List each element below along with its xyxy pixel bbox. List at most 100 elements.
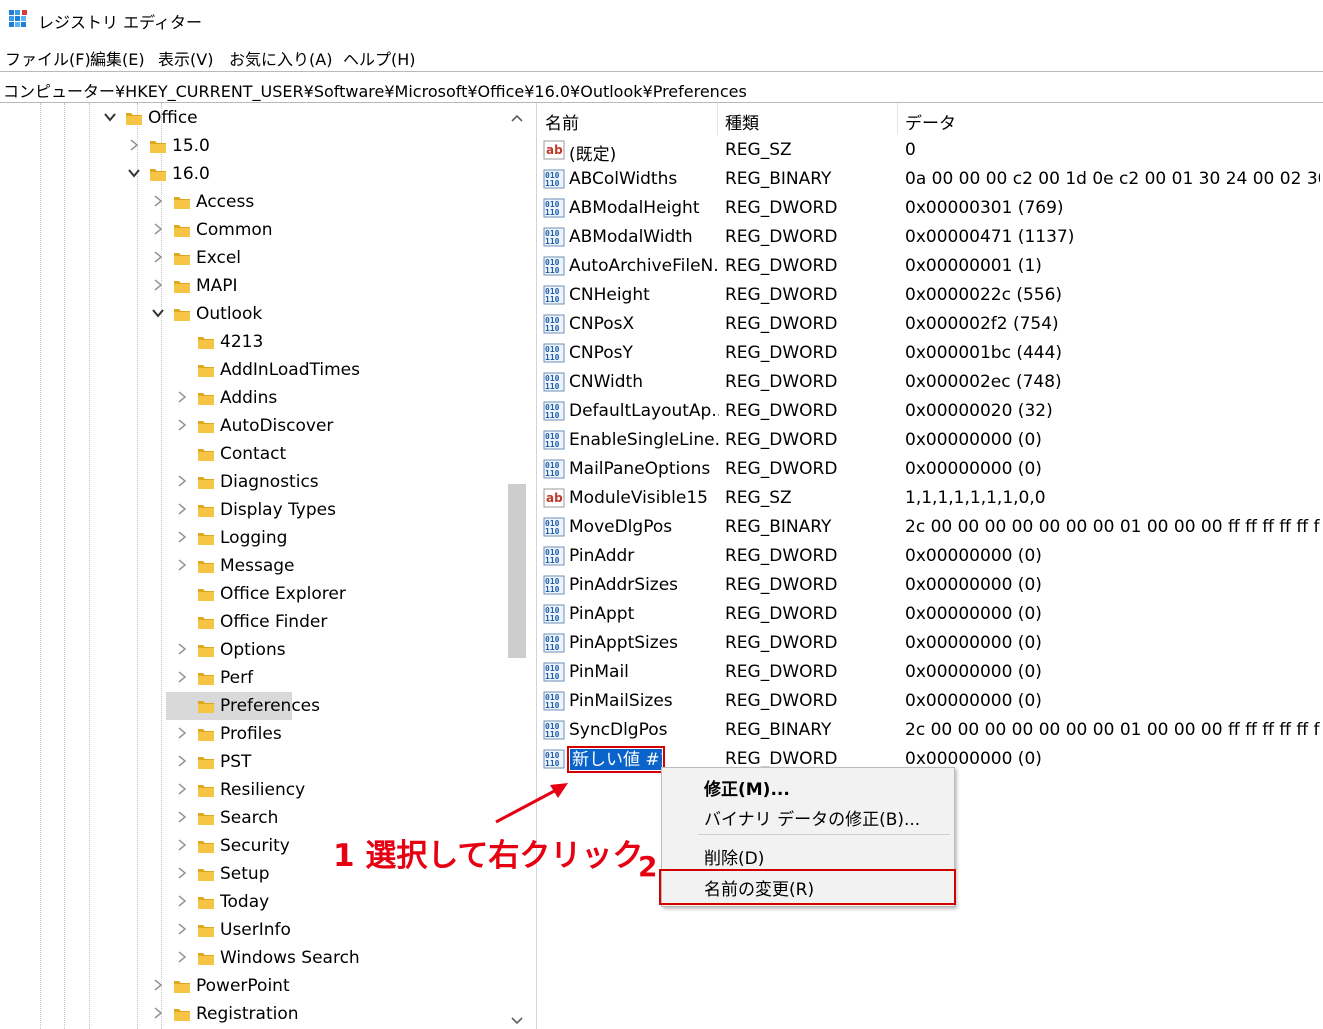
- value-row[interactable]: 010 110 ABColWidths REG_BINARY 0a 00 00 00 c…: [537, 165, 1323, 194]
- tree-item[interactable]: Options: [0, 636, 506, 664]
- chevron-right-icon[interactable]: [176, 671, 188, 683]
- tree-item[interactable]: Profiles: [0, 720, 506, 748]
- tree-item[interactable]: 15.0: [0, 132, 506, 160]
- chevron-right-icon[interactable]: [152, 979, 164, 991]
- value-row[interactable]: 010 110 ABModalHeight REG_DWORD 0x00000301 (…: [537, 194, 1323, 223]
- menu-edit[interactable]: 編集(E): [90, 46, 145, 70]
- chevron-right-icon[interactable]: [176, 503, 188, 515]
- value-row[interactable]: ab ModuleVisible15 REG_SZ 1,1,1,1,1,1,1,0,0: [537, 484, 1323, 513]
- tree-item[interactable]: UserInfo: [0, 916, 506, 944]
- address-bar[interactable]: コンピューター¥HKEY_CURRENT_USER¥Software¥Micro…: [0, 71, 1323, 103]
- tree-item[interactable]: Today: [0, 888, 506, 916]
- value-row[interactable]: 010 110 DefaultLayoutAp... REG_DWORD 0x00000…: [537, 397, 1323, 426]
- tree-item[interactable]: Access: [0, 188, 506, 216]
- context-menu-modify-binary[interactable]: バイナリ データの修正(B)...: [662, 801, 954, 831]
- address-path[interactable]: コンピューター¥HKEY_CURRENT_USER¥Software¥Micro…: [3, 78, 747, 102]
- chevron-right-icon[interactable]: [152, 1007, 164, 1019]
- tree-item[interactable]: PST: [0, 748, 506, 776]
- chevron-right-icon[interactable]: [176, 839, 188, 851]
- value-row[interactable]: 010 110 CNWidth REG_DWORD 0x000002ec (748): [537, 368, 1323, 397]
- chevron-right-icon[interactable]: [152, 195, 164, 207]
- value-row[interactable]: 010 110 PinAddrSizes REG_DWORD 0x00000000 (0…: [537, 571, 1323, 600]
- menu-file[interactable]: ファイル(F): [5, 46, 91, 70]
- tree-item[interactable]: Excel: [0, 244, 506, 272]
- tree-item[interactable]: Office Explorer: [0, 580, 506, 608]
- chevron-down-icon[interactable]: [152, 307, 164, 319]
- value-row[interactable]: 010 110 PinAddr REG_DWORD 0x00000000 (0): [537, 542, 1323, 571]
- tree-item[interactable]: Resiliency: [0, 776, 506, 804]
- menu-favorites[interactable]: お気に入り(A): [229, 46, 332, 70]
- chevron-right-icon[interactable]: [176, 811, 188, 823]
- chevron-right-icon[interactable]: [176, 531, 188, 543]
- context-menu-delete[interactable]: 削除(D): [662, 840, 954, 870]
- chevron-right-icon[interactable]: [176, 783, 188, 795]
- tree-item[interactable]: MAPI: [0, 272, 506, 300]
- scrollbar-thumb[interactable]: [508, 484, 526, 658]
- column-header-data[interactable]: データ: [905, 103, 956, 135]
- column-divider[interactable]: [717, 103, 718, 135]
- value-row[interactable]: 010 110 CNPosX REG_DWORD 0x000002f2 (754): [537, 310, 1323, 339]
- menu-help[interactable]: ヘルプ(H): [343, 46, 416, 70]
- scroll-up-icon[interactable]: [511, 113, 523, 123]
- tree-item[interactable]: Common: [0, 216, 506, 244]
- chevron-down-icon[interactable]: [128, 167, 140, 179]
- chevron-right-icon[interactable]: [176, 475, 188, 487]
- tree-item[interactable]: Search: [0, 804, 506, 832]
- value-row[interactable]: 010 110 PinApptSizes REG_DWORD 0x00000000 (0…: [537, 629, 1323, 658]
- tree-item[interactable]: Diagnostics: [0, 468, 506, 496]
- tree-item[interactable]: Logging: [0, 524, 506, 552]
- value-row[interactable]: 010 110 MailPaneOptions REG_DWORD 0x00000000…: [537, 455, 1323, 484]
- value-row[interactable]: 010 110 PinAppt REG_DWORD 0x00000000 (0): [537, 600, 1323, 629]
- chevron-right-icon[interactable]: [176, 643, 188, 655]
- value-row[interactable]: 010 110 AutoArchiveFileN... REG_DWORD 0x0000…: [537, 252, 1323, 281]
- tree-item[interactable]: Display Types: [0, 496, 506, 524]
- value-row[interactable]: 010 110 PinMail REG_DWORD 0x00000000 (0): [537, 658, 1323, 687]
- value-row[interactable]: ab (既定) REG_SZ 0: [537, 136, 1323, 165]
- tree-item[interactable]: 16.0: [0, 160, 506, 188]
- chevron-right-icon[interactable]: [176, 923, 188, 935]
- value-row[interactable]: 010 110 CNHeight REG_DWORD 0x0000022c (556): [537, 281, 1323, 310]
- chevron-right-icon[interactable]: [176, 419, 188, 431]
- column-divider[interactable]: [897, 103, 898, 135]
- tree-item[interactable]: Preferences: [0, 692, 506, 720]
- tree-item[interactable]: Office Finder: [0, 608, 506, 636]
- chevron-right-icon[interactable]: [152, 223, 164, 235]
- context-menu-modify[interactable]: 修正(M)...: [662, 771, 954, 801]
- chevron-right-icon[interactable]: [152, 279, 164, 291]
- value-row[interactable]: 010 110 SyncDlgPos REG_BINARY 2c 00 00 00 00…: [537, 716, 1323, 745]
- tree-scrollbar[interactable]: [506, 103, 528, 1029]
- menu-view[interactable]: 表示(V): [158, 46, 213, 70]
- value-row[interactable]: 010 110 PinMailSizes REG_DWORD 0x00000000 (0…: [537, 687, 1323, 716]
- chevron-right-icon[interactable]: [176, 951, 188, 963]
- chevron-right-icon[interactable]: [176, 755, 188, 767]
- tree-item[interactable]: PowerPoint: [0, 972, 506, 1000]
- value-row[interactable]: 010 110 EnableSingleLine... REG_DWORD 0x0000…: [537, 426, 1323, 455]
- tree-item[interactable]: Message: [0, 552, 506, 580]
- tree-item[interactable]: 4213: [0, 328, 506, 356]
- tree-item[interactable]: Registration: [0, 1000, 506, 1028]
- tree-item[interactable]: Outlook: [0, 300, 506, 328]
- tree-item[interactable]: Contact: [0, 440, 506, 468]
- chevron-right-icon[interactable]: [176, 727, 188, 739]
- column-header-type[interactable]: 種類: [725, 103, 759, 135]
- scroll-down-icon[interactable]: [511, 1016, 523, 1026]
- chevron-right-icon[interactable]: [176, 895, 188, 907]
- chevron-right-icon[interactable]: [176, 559, 188, 571]
- tree-item[interactable]: AddInLoadTimes: [0, 356, 506, 384]
- tree-item[interactable]: Windows Search: [0, 944, 506, 972]
- tree-item[interactable]: Addins: [0, 384, 506, 412]
- chevron-right-icon[interactable]: [176, 391, 188, 403]
- tree-item[interactable]: AutoDiscover: [0, 412, 506, 440]
- chevron-right-icon[interactable]: [128, 139, 140, 151]
- value-row[interactable]: 010 110 CNPosY REG_DWORD 0x000001bc (444): [537, 339, 1323, 368]
- tree-item[interactable]: Office: [0, 104, 506, 132]
- column-header-name[interactable]: 名前: [545, 103, 579, 135]
- value-row[interactable]: 010 110 MoveDlgPos REG_BINARY 2c 00 00 00 00…: [537, 513, 1323, 542]
- value-name[interactable]: 新しい値 #1: [570, 749, 662, 770]
- chevron-right-icon[interactable]: [176, 867, 188, 879]
- chevron-right-icon[interactable]: [152, 251, 164, 263]
- tree-item[interactable]: Perf: [0, 664, 506, 692]
- name-edit-box[interactable]: 新しい値 #1: [567, 746, 665, 773]
- chevron-down-icon[interactable]: [104, 111, 116, 123]
- value-row[interactable]: 010 110 ABModalWidth REG_DWORD 0x00000471 (1…: [537, 223, 1323, 252]
